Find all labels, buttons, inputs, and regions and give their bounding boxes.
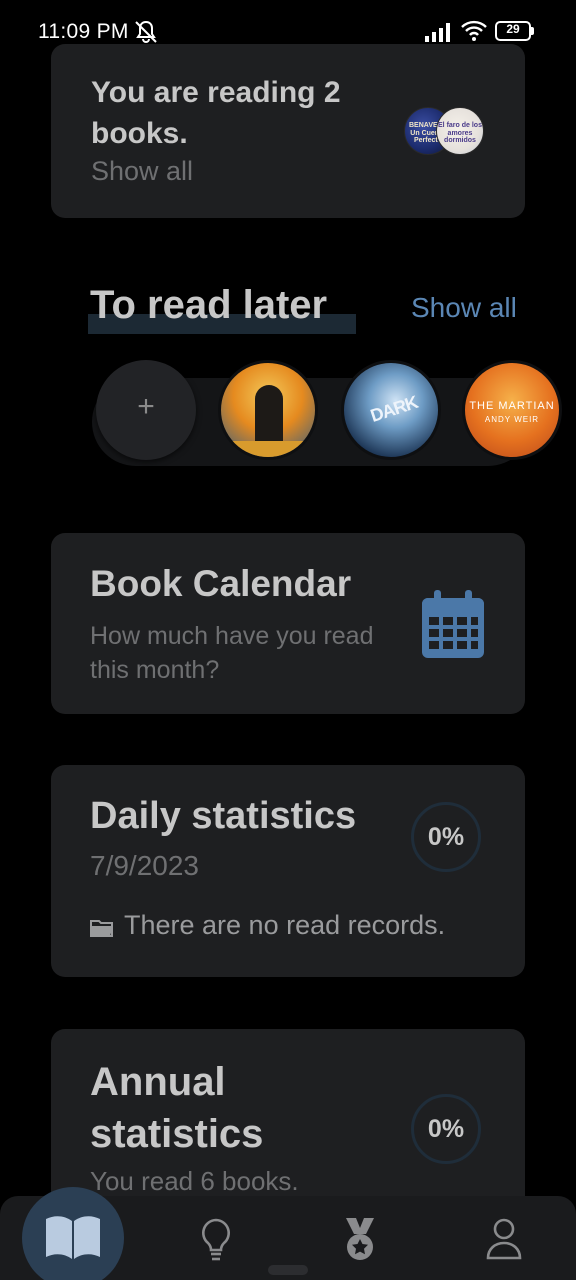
currently-reading-card[interactable]: You are reading 2 books. Show all BENAVE… bbox=[51, 44, 525, 218]
daily-empty-message: There are no read records. bbox=[124, 910, 446, 940]
cover-text: DARK bbox=[367, 392, 420, 426]
cover-text: THE MARTIAN bbox=[469, 400, 555, 412]
user-icon[interactable] bbox=[485, 1218, 523, 1260]
book-calendar-title: Book Calendar bbox=[90, 563, 352, 604]
to-read-later-title: To read later bbox=[90, 283, 328, 327]
annual-progress-ring: 0% bbox=[411, 1094, 481, 1164]
later-book-cover-dark-matter[interactable]: DARK bbox=[341, 360, 441, 460]
plus-icon: + bbox=[137, 390, 155, 423]
mute-icon bbox=[135, 20, 157, 43]
daily-progress-ring: 0% bbox=[411, 802, 481, 872]
signal-icon bbox=[425, 23, 450, 42]
book-calendar-card[interactable]: Book Calendar How much have you read thi… bbox=[51, 533, 525, 714]
to-read-later-show-all-link[interactable]: Show all bbox=[411, 292, 517, 324]
later-book-cover-dune[interactable] bbox=[218, 360, 318, 460]
cover-text: ANDY WEIR bbox=[484, 415, 540, 424]
annual-statistics-subtitle: You read 6 books. bbox=[90, 1166, 299, 1196]
add-book-button[interactable]: + bbox=[96, 360, 196, 460]
calendar-icon bbox=[422, 590, 484, 658]
wifi-icon bbox=[461, 20, 487, 41]
later-book-cover-martian[interactable]: THE MARTIAN ANDY WEIR bbox=[462, 360, 562, 460]
home-indicator bbox=[268, 1265, 308, 1275]
reading-book-cover[interactable]: El faro de los amores dormidos bbox=[436, 107, 484, 155]
reading-show-all-link[interactable]: Show all bbox=[91, 156, 193, 187]
status-time: 11:09 PM bbox=[38, 20, 129, 43]
folder-icon bbox=[90, 920, 113, 937]
battery-level: 29 bbox=[506, 22, 520, 36]
battery-icon: 29 bbox=[495, 21, 535, 41]
daily-progress-value: 0% bbox=[427, 823, 465, 851]
reading-count-title: You are reading 2 books. bbox=[91, 76, 341, 150]
medal-icon[interactable] bbox=[340, 1217, 380, 1261]
daily-statistics-date: 7/9/2023 bbox=[90, 850, 199, 881]
annual-progress-value: 0% bbox=[427, 1115, 465, 1143]
cover-art bbox=[255, 385, 283, 445]
cover-text: El faro de los amores dormidos bbox=[438, 122, 482, 145]
book-icon[interactable] bbox=[44, 1213, 102, 1261]
daily-statistics-card[interactable]: Daily statistics 7/9/2023 0% There are n… bbox=[51, 765, 525, 977]
daily-statistics-title: Daily statistics bbox=[90, 795, 357, 837]
annual-statistics-title: Annual statistics bbox=[90, 1060, 264, 1156]
book-calendar-subtitle: How much have you read this month? bbox=[90, 622, 374, 684]
lightbulb-icon[interactable] bbox=[196, 1217, 236, 1261]
